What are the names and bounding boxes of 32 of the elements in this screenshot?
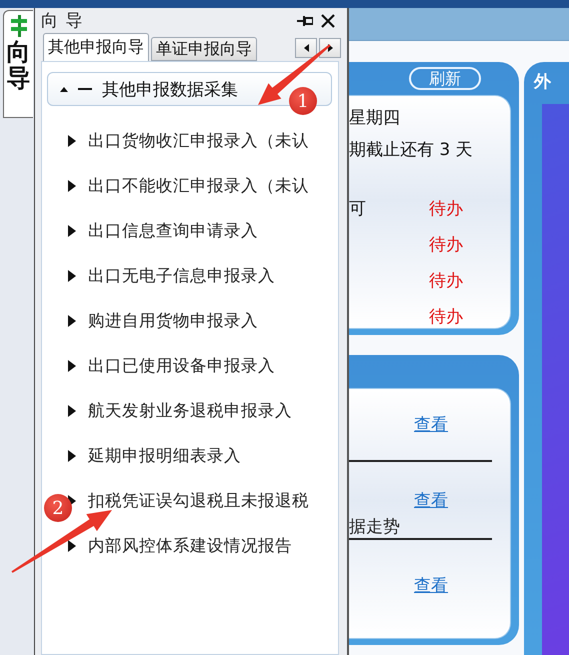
view-link[interactable]: 查看 xyxy=(414,413,492,436)
info-text: 期截止还有 3 天 xyxy=(349,139,474,162)
close-icon[interactable] xyxy=(321,14,335,28)
panel-title: 向 导 xyxy=(41,10,84,32)
signpost-icon xyxy=(10,15,28,37)
card-title: 外 xyxy=(534,71,552,92)
left-arrow-icon xyxy=(304,44,308,52)
tab[interactable]: 其他申报向导 xyxy=(43,33,149,61)
tree-item[interactable]: 出口已使用设备申报录入 xyxy=(42,343,338,388)
scroll-left-button[interactable] xyxy=(295,38,317,58)
pin-icon[interactable] xyxy=(297,14,313,26)
trend-label: 据走势 xyxy=(349,516,401,538)
view-link[interactable]: 查看 xyxy=(414,574,492,596)
task-status: 待办 xyxy=(429,198,464,220)
task-status: 待办 xyxy=(429,234,464,256)
task-label: 可 xyxy=(349,198,367,220)
tree-item[interactable]: 出口无电子信息申报录入 xyxy=(42,253,338,298)
tree-item[interactable]: 出口不能收汇申报录入（未认 xyxy=(42,163,338,208)
tree-item[interactable]: 内部风控体系建设情况报告 xyxy=(42,523,338,568)
tree-item[interactable]: 出口信息查询申请录入 xyxy=(42,208,338,253)
task-status: 待办 xyxy=(429,306,464,328)
dash-icon xyxy=(78,88,92,90)
view-link[interactable]: 查看 xyxy=(414,488,492,512)
scroll-right-button[interactable] xyxy=(319,38,341,58)
info-text: 星期四 xyxy=(349,107,401,130)
tab[interactable]: 单证申报向导 xyxy=(151,37,257,61)
tree-item[interactable]: 航天发射业务退税申报录入 xyxy=(42,388,338,433)
side-tab[interactable]: 向导 xyxy=(3,10,33,118)
task-status: 待办 xyxy=(429,270,464,292)
tree-item[interactable]: 购进自用货物申报录入 xyxy=(42,298,338,343)
tree-item[interactable]: 延期申报明细表录入 xyxy=(42,433,338,478)
tree-item[interactable]: 出口货物收汇申报录入（未认 xyxy=(42,118,338,163)
